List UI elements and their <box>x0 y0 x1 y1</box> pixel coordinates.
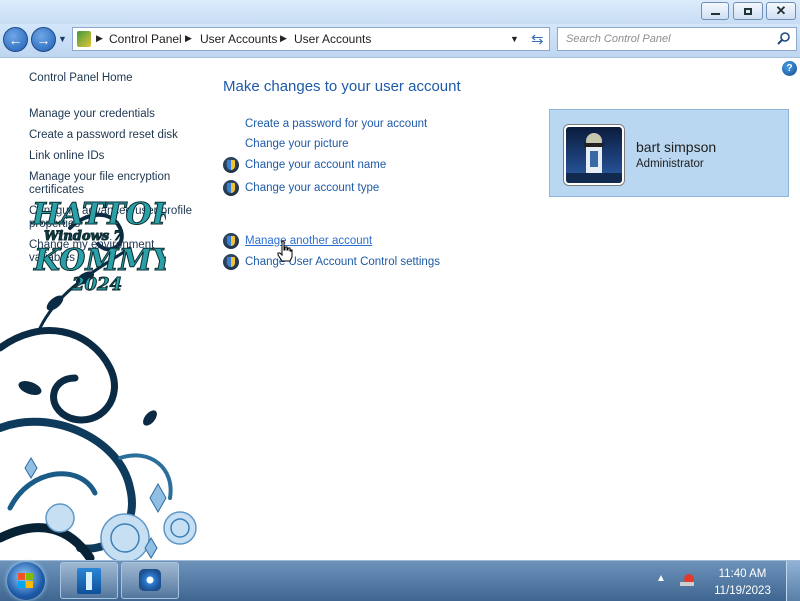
address-bar[interactable]: ▶ Control Panel ▶ User Accounts ▶ User A… <box>72 27 550 51</box>
minimize-button[interactable] <box>701 2 729 20</box>
sidebar-item-link-online-ids[interactable]: Link online IDs <box>29 150 104 163</box>
sidebar-item-file-encryption[interactable]: Manage your file encryption certificates <box>29 171 194 197</box>
breadcrumb-separator-icon[interactable]: ▶ <box>185 33 192 44</box>
back-button[interactable]: ← <box>3 27 28 52</box>
uac-shield-icon <box>223 233 239 249</box>
close-icon: ✕ <box>775 3 787 18</box>
uac-shield-icon <box>223 254 239 270</box>
sidebar-item-password-reset-disk[interactable]: Create a password reset disk <box>29 129 178 142</box>
back-arrow-icon: ← <box>8 31 23 48</box>
breadcrumb-user-accounts-current[interactable]: User Accounts <box>294 32 371 46</box>
lighthouse-picture-icon <box>566 133 622 183</box>
clock-date[interactable]: 11/19/2023 <box>705 585 780 597</box>
sidebar-item-environment-variables[interactable]: Change my environment variables <box>29 239 169 265</box>
breadcrumb-separator-icon[interactable]: ▶ <box>96 33 103 44</box>
forward-button[interactable]: → <box>31 27 56 52</box>
page-heading: Make changes to your user account <box>223 78 461 95</box>
close-button[interactable]: ✕ <box>766 2 796 20</box>
user-role: Administrator <box>636 158 704 170</box>
search-input[interactable]: Search Control Panel <box>557 27 797 51</box>
action-center-flag-icon[interactable] <box>679 573 695 587</box>
control-panel-home-link[interactable]: Control Panel Home <box>29 72 133 85</box>
title-bar: ✕ <box>0 0 800 24</box>
uac-shield-icon <box>223 157 239 173</box>
maximize-button[interactable] <box>733 2 763 20</box>
create-password-link[interactable]: Create a password for your account <box>245 118 427 130</box>
taskbar-explorer-button[interactable] <box>60 562 118 599</box>
breadcrumb-control-panel[interactable]: Control Panel <box>109 32 182 46</box>
change-account-name-link[interactable]: Change your account name <box>245 159 386 171</box>
search-placeholder: Search Control Panel <box>566 33 671 45</box>
help-icon[interactable]: ? <box>782 61 797 76</box>
change-uac-settings-link[interactable]: Change User Account Control settings <box>245 256 440 268</box>
sidebar-item-manage-credentials[interactable]: Manage your credentials <box>29 108 155 121</box>
breadcrumb-separator-icon[interactable]: ▶ <box>280 33 287 44</box>
uac-shield-icon <box>223 180 239 196</box>
user-account-card: bart simpson Administrator <box>549 109 789 197</box>
sidebar-item-user-profile-properties[interactable]: Configure advanced user profile properti… <box>29 205 204 231</box>
clock-time[interactable]: 11:40 AM <box>705 568 780 580</box>
file-explorer-icon <box>77 568 101 594</box>
taskbar: ▲ 11:40 AM 11/19/2023 <box>0 560 800 601</box>
content-area: ? Control Panel Home Manage your credent… <box>0 58 800 560</box>
user-avatar[interactable] <box>564 125 624 185</box>
refresh-icon[interactable]: ⇆ <box>531 30 544 48</box>
search-icon[interactable] <box>777 31 791 45</box>
maximize-icon <box>744 7 752 15</box>
windows-logo-icon <box>18 573 33 588</box>
user-name: bart simpson <box>636 139 717 155</box>
start-button[interactable] <box>7 562 45 600</box>
control-panel-icon <box>77 31 91 47</box>
navigation-bar: ← → ▼ ▶ Control Panel ▶ User Accounts ▶ … <box>0 24 800 58</box>
recent-pages-dropdown[interactable]: ▼ <box>58 34 67 44</box>
breadcrumb-user-accounts[interactable]: User Accounts <box>200 32 277 46</box>
show-desktop-button[interactable] <box>786 561 800 601</box>
minimize-icon <box>710 13 720 15</box>
change-account-type-link[interactable]: Change your account type <box>245 182 379 194</box>
show-hidden-icons-button[interactable]: ▲ <box>656 573 666 584</box>
forward-arrow-icon: → <box>36 31 51 48</box>
control-panel-icon <box>139 569 161 591</box>
address-history-dropdown[interactable]: ▼ <box>510 34 519 44</box>
change-picture-link[interactable]: Change your picture <box>245 138 349 150</box>
manage-another-account-link[interactable]: Manage another account <box>245 235 372 247</box>
taskbar-control-panel-button[interactable] <box>121 562 179 599</box>
